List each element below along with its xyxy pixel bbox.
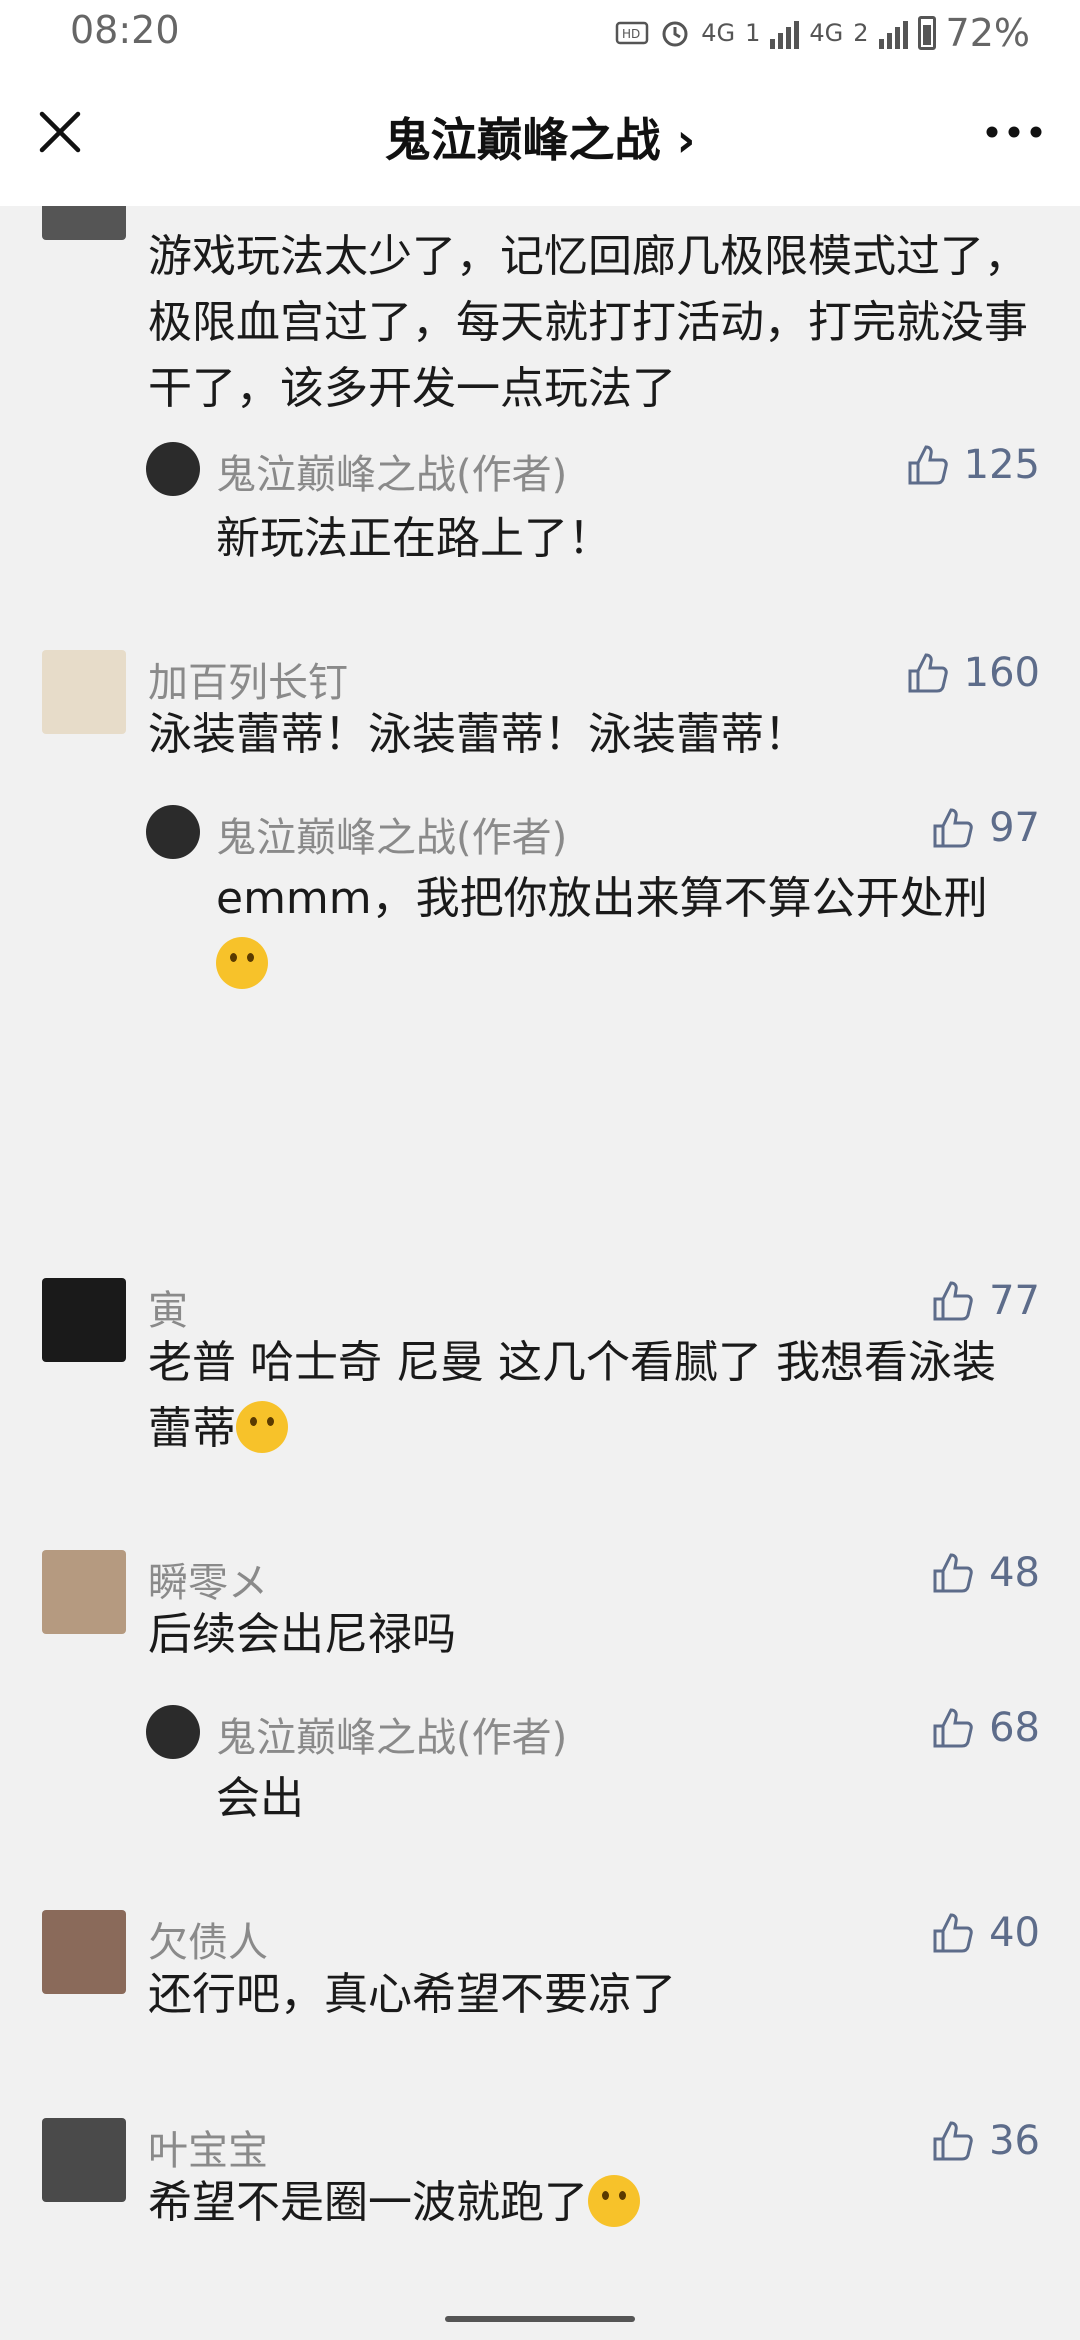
avatar[interactable] — [42, 1910, 126, 1994]
like-button[interactable]: 36 — [931, 2118, 1040, 2164]
status-bar: 08:20 HD 4G 1 4G 2 72% — [0, 0, 1080, 66]
reply-author-name[interactable]: 鬼泣巅峰之战(作者) — [216, 1705, 567, 1763]
thumbs-up-icon — [933, 1281, 973, 1321]
grin-emoji-icon — [236, 1401, 288, 1453]
like-button[interactable]: 40 — [931, 1910, 1040, 1956]
comment-author-name[interactable]: 叶宝宝 — [148, 2118, 268, 2176]
alarm-icon — [659, 17, 691, 49]
reply-text: 会出 — [216, 1773, 304, 1824]
comment-text: 希望不是圈一波就跑了 — [148, 2170, 1028, 2236]
svg-text:HD: HD — [622, 27, 640, 41]
page-title[interactable]: 鬼泣巅峰之战 › — [0, 104, 1080, 170]
like-count: 125 — [963, 442, 1040, 488]
comment-text: 游戏玩法太少了，记忆回廊几极限模式过了，极限血宫过了，每天就打打活动，打完就没事… — [148, 231, 1028, 414]
nav-bar: 鬼泣巅峰之战 › — [0, 66, 1080, 206]
like-button[interactable]: 48 — [931, 1550, 1040, 1596]
hd-voice-icon: HD — [615, 20, 649, 46]
comment-text: 老普 哈士奇 尼曼 这几个看腻了 我想看泳装蕾蒂 — [148, 1330, 1028, 1462]
comment-text-content: 希望不是圈一波就跑了 — [148, 2177, 588, 2228]
battery-icon — [917, 16, 936, 50]
like-count: 36 — [989, 2118, 1040, 2164]
thumbs-up-icon — [933, 1913, 973, 1953]
like-button[interactable]: 68 — [931, 1705, 1040, 1751]
like-count: 97 — [989, 805, 1040, 851]
reply-author-name[interactable]: 鬼泣巅峰之战(作者) — [216, 805, 567, 863]
author-avatar[interactable] — [146, 1705, 200, 1759]
thumbs-up-icon — [908, 445, 948, 485]
thumbs-up-icon — [933, 1708, 973, 1748]
avatar[interactable] — [42, 1278, 126, 1362]
thumbs-up-icon — [933, 808, 973, 848]
avatar[interactable] — [42, 206, 126, 240]
thumbs-up-icon — [933, 2121, 973, 2161]
sim-1-label: 1 — [745, 19, 761, 47]
reply-author-name[interactable]: 鬼泣巅峰之战(作者) — [216, 442, 567, 500]
thumbs-up-icon — [933, 1553, 973, 1593]
comment-text: 泳装蕾蒂！泳装蕾蒂！泳装蕾蒂！ — [148, 709, 808, 760]
battery-level: 72% — [945, 11, 1030, 55]
sim-2-label: 2 — [853, 19, 869, 47]
author-avatar[interactable] — [146, 805, 200, 859]
status-icons: HD 4G 1 4G 2 72% — [615, 8, 1030, 58]
signal-strength-icon — [770, 17, 800, 49]
network-4g-icon: 4G — [701, 19, 736, 47]
pensive-emoji-icon — [588, 2175, 640, 2227]
thumbs-up-icon — [908, 653, 948, 693]
reply-text-content: emmm，我把你放出来算不算公开处刑 — [216, 873, 988, 924]
comment-author-name[interactable]: 寅 — [148, 1278, 188, 1336]
signal-strength-icon-2 — [878, 17, 908, 49]
avatar[interactable] — [42, 650, 126, 734]
avatar[interactable] — [42, 1550, 126, 1634]
author-avatar[interactable] — [146, 442, 200, 496]
like-button[interactable]: 77 — [931, 1278, 1040, 1324]
wink-emoji-icon — [216, 937, 268, 989]
avatar[interactable] — [42, 2118, 126, 2202]
reply-text: 新玩法正在路上了！ — [216, 513, 612, 564]
comment-author-name[interactable]: 瞬零メ — [148, 1550, 268, 1608]
like-button[interactable]: 97 — [931, 805, 1040, 851]
comment-author-name[interactable]: 欠债人 — [148, 1910, 268, 1968]
comment-text: 后续会出尼禄吗 — [148, 1609, 456, 1660]
like-count: 160 — [963, 650, 1040, 696]
like-button[interactable]: 125 — [906, 442, 1040, 488]
like-count: 77 — [989, 1278, 1040, 1324]
more-options-icon[interactable] — [984, 108, 1044, 156]
comment-text: 还行吧，真心希望不要凉了 — [148, 1969, 676, 2020]
like-count: 68 — [989, 1705, 1040, 1751]
status-time: 08:20 — [70, 8, 180, 52]
like-count: 40 — [989, 1910, 1040, 1956]
home-indicator[interactable] — [445, 2316, 635, 2322]
reply-text: emmm，我把你放出来算不算公开处刑 — [216, 866, 1046, 998]
network-4g-icon-2: 4G — [809, 19, 844, 47]
comment-author-name[interactable]: 加百列长钉 — [148, 650, 348, 708]
comment-list: 游戏玩法太少了，记忆回廊几极限模式过了，极限血宫过了，每天就打打活动，打完就没事… — [0, 206, 1080, 2300]
like-button[interactable]: 160 — [906, 650, 1040, 696]
like-count: 48 — [989, 1550, 1040, 1596]
